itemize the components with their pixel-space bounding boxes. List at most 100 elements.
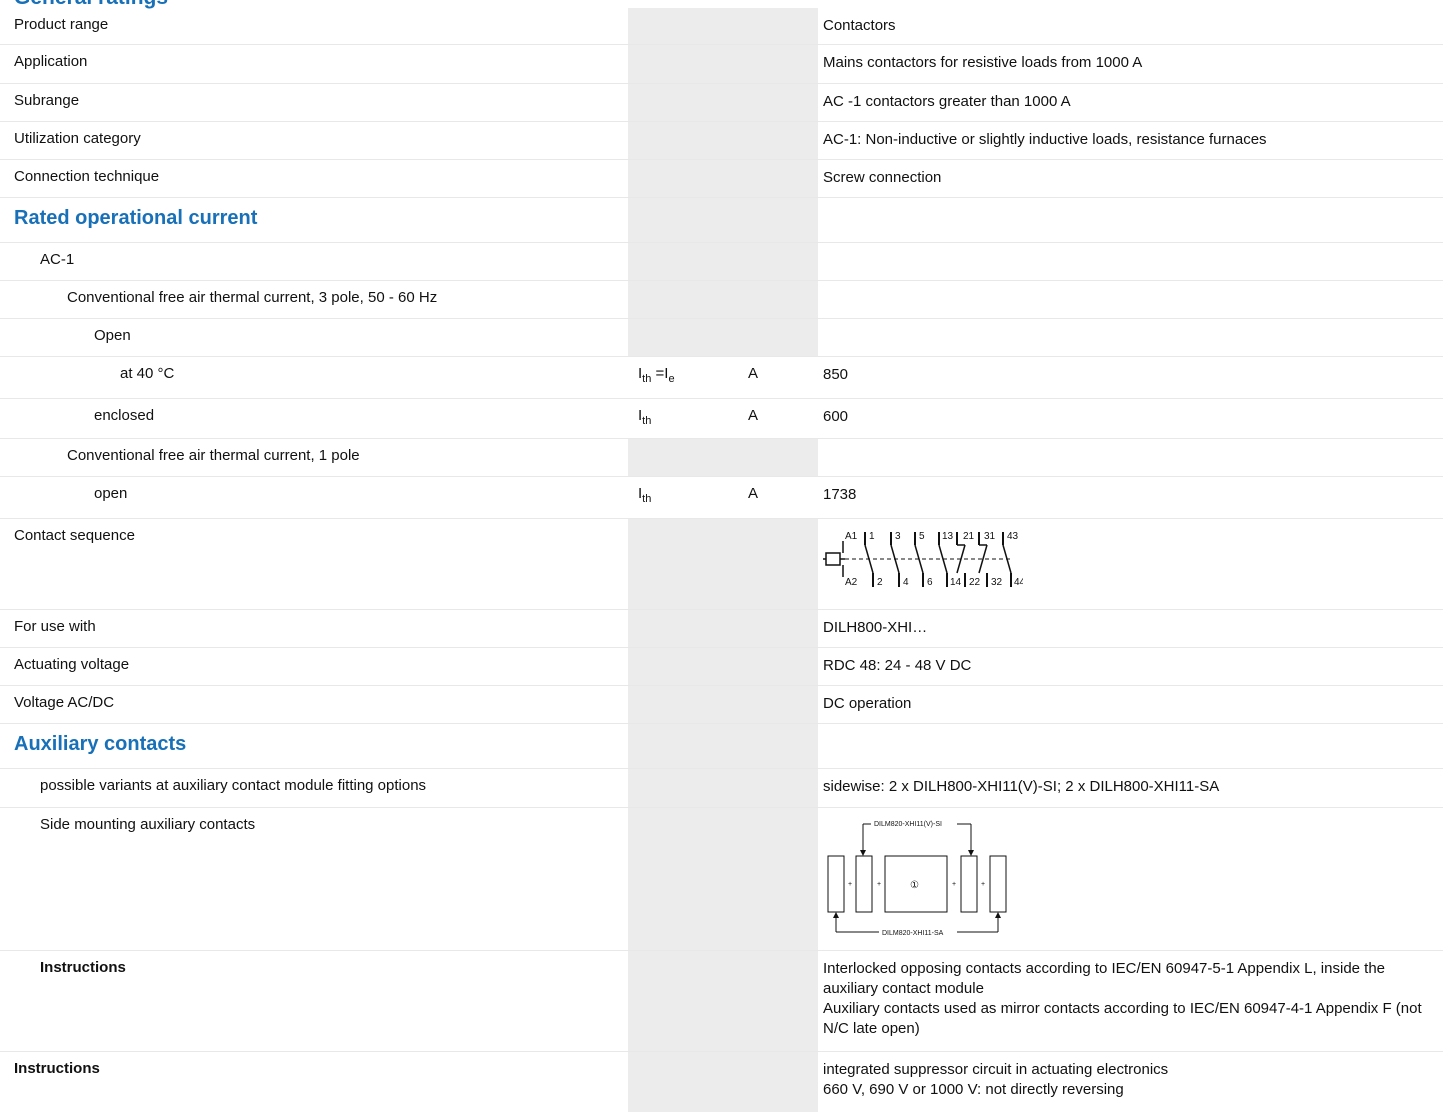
- row-label: For use with: [14, 618, 96, 635]
- row-label: Open: [94, 327, 131, 344]
- row-value: 1738: [823, 486, 857, 503]
- table-row: Connection technique Screw connection: [0, 160, 1443, 198]
- section-heading: Rated operational current: [14, 207, 258, 229]
- svg-text:4: 4: [903, 577, 909, 588]
- svg-text:+: +: [848, 881, 852, 888]
- table-row: enclosed Ith A 600: [0, 399, 1443, 439]
- row-label: Side mounting auxiliary contacts: [40, 816, 256, 833]
- svg-text:21: 21: [963, 531, 975, 542]
- row-label: Actuating voltage: [14, 656, 130, 673]
- table-row: Product range Contactors: [0, 8, 1443, 45]
- table-row: Utilization category AC-1: Non-inductive…: [0, 122, 1443, 160]
- table-row: at 40 °C Ith =Ie A 850: [0, 357, 1443, 399]
- svg-text:3: 3: [895, 531, 901, 542]
- row-label: enclosed: [94, 407, 155, 424]
- table-row: Conventional free air thermal current, 3…: [0, 281, 1443, 319]
- svg-text:44: 44: [1014, 577, 1023, 588]
- section-heading-row: Auxiliary contacts: [0, 724, 1443, 769]
- seq-label-bottom: A2: [845, 577, 858, 588]
- row-label: Application: [14, 53, 88, 70]
- svg-text:1: 1: [869, 531, 875, 542]
- table-row: Open: [0, 319, 1443, 357]
- row-label: Contact sequence: [14, 527, 135, 544]
- unit-cell: A: [748, 365, 759, 382]
- table-row: Contact sequence A1 A2 1 2 3 4 5 6 13 14…: [0, 519, 1443, 610]
- row-value: RDC 48: 24 - 48 V DC: [823, 657, 972, 674]
- aux-module-inner-left: [855, 855, 873, 913]
- svg-text:2: 2: [877, 577, 883, 588]
- row-label: Voltage AC/DC: [14, 694, 115, 711]
- svg-text:22: 22: [969, 577, 981, 588]
- row-label: at 40 °C: [120, 365, 175, 382]
- svg-text:5: 5: [919, 531, 925, 542]
- unit-cell: A: [748, 407, 759, 424]
- svg-text:+: +: [877, 881, 881, 888]
- row-value: Mains contactors for resistive loads fro…: [823, 54, 1143, 71]
- table-row: Side mounting auxiliary contacts DILM820…: [0, 808, 1443, 951]
- aux-module-inner-right: [960, 855, 978, 913]
- table-row: Instructions integrated suppressor circu…: [0, 1052, 1443, 1112]
- symbol-cell: Ith: [638, 407, 652, 427]
- row-value: AC-1: Non-inductive or slightly inductiv…: [823, 131, 1267, 148]
- row-label: possible variants at auxiliary contact m…: [40, 777, 427, 794]
- row-label: Conventional free air thermal current, 3…: [67, 289, 438, 306]
- svg-text:14: 14: [950, 577, 962, 588]
- table-row: Instructions Interlocked opposing contac…: [0, 951, 1443, 1052]
- row-label: Subrange: [14, 92, 80, 109]
- table-row: open Ith A 1738: [0, 477, 1443, 519]
- coil-symbol: [825, 552, 841, 566]
- svg-text:+: +: [952, 881, 956, 888]
- table-row: Subrange AC -1 contactors greater than 1…: [0, 84, 1443, 122]
- svg-text:32: 32: [991, 577, 1003, 588]
- section-heading-row: Rated operational current: [0, 198, 1443, 243]
- table-row: Actuating voltage RDC 48: 24 - 48 V DC: [0, 648, 1443, 686]
- row-label: Product range: [14, 16, 109, 33]
- contact-sequence-diagram: A1 A2 1 2 3 4 5 6 13 14 21 22 31 32 43 4…: [823, 531, 1026, 588]
- instruction-line: integrated suppressor circuit in actuati…: [823, 1061, 1169, 1078]
- row-label: Conventional free air thermal current, 1…: [67, 447, 360, 464]
- aux-module-outer-left: [827, 855, 845, 913]
- table-row: Application Mains contactors for resisti…: [0, 45, 1443, 84]
- row-label: Instructions: [14, 1060, 100, 1077]
- row-label: Connection technique: [14, 168, 160, 185]
- seq-label-top: A1: [845, 531, 858, 542]
- side-mounting-diagram: DILM820-XHI11(V)-SI + + + + ① DILM820-XH…: [827, 818, 1007, 938]
- instruction-line: 660 V, 690 V or 1000 V: not directly rev…: [823, 1081, 1124, 1098]
- aux-module-outer-right: [989, 855, 1007, 913]
- table-row: Voltage AC/DC DC operation: [0, 686, 1443, 724]
- row-label: AC-1: [40, 251, 75, 268]
- row-value: 600: [823, 408, 849, 425]
- table-row: possible variants at auxiliary contact m…: [0, 769, 1443, 808]
- row-label: Utilization category: [14, 130, 141, 147]
- row-value: DC operation: [823, 695, 912, 712]
- row-value: DILH800-XHI…: [823, 619, 928, 636]
- svg-text:6: 6: [927, 577, 933, 588]
- row-label: Instructions: [40, 959, 126, 976]
- spec-table: Product range Contactors Application Mai…: [0, 8, 1443, 1112]
- row-value: AC -1 contactors greater than 1000 A: [823, 93, 1071, 110]
- top-module-label: DILM820-XHI11(V)-SI: [874, 821, 942, 828]
- symbol-cell: Ith: [638, 485, 652, 505]
- svg-text:13: 13: [942, 531, 954, 542]
- instruction-line: Interlocked opposing contacts according …: [823, 960, 1386, 997]
- section-heading: Auxiliary contacts: [14, 733, 187, 755]
- table-row: For use with DILH800-XHI…: [0, 610, 1443, 648]
- row-value: integrated suppressor circuit in actuati…: [818, 1052, 1443, 1112]
- unit-cell: A: [748, 485, 759, 502]
- svg-text:+: +: [981, 881, 985, 888]
- instruction-line: Auxiliary contacts used as mirror contac…: [823, 1000, 1422, 1037]
- row-value: sidewise: 2 x DILH800-XHI11(V)-SI; 2 x D…: [823, 778, 1220, 795]
- row-value: Contactors: [823, 17, 896, 34]
- table-row: AC-1: [0, 243, 1443, 281]
- row-value: 850: [823, 366, 849, 383]
- row-value: Interlocked opposing contacts according …: [818, 951, 1443, 1051]
- center-mark: ①: [910, 880, 919, 891]
- symbol-cell: Ith =Ie: [638, 365, 675, 385]
- bottom-module-label: DILM820-XHI11-SA: [882, 930, 944, 937]
- row-value: Screw connection: [823, 169, 942, 186]
- row-label: open: [94, 485, 128, 502]
- contact-3-4: 3 4: [890, 531, 909, 588]
- svg-text:31: 31: [984, 531, 996, 542]
- table-row: Conventional free air thermal current, 1…: [0, 439, 1443, 477]
- svg-text:43: 43: [1007, 531, 1019, 542]
